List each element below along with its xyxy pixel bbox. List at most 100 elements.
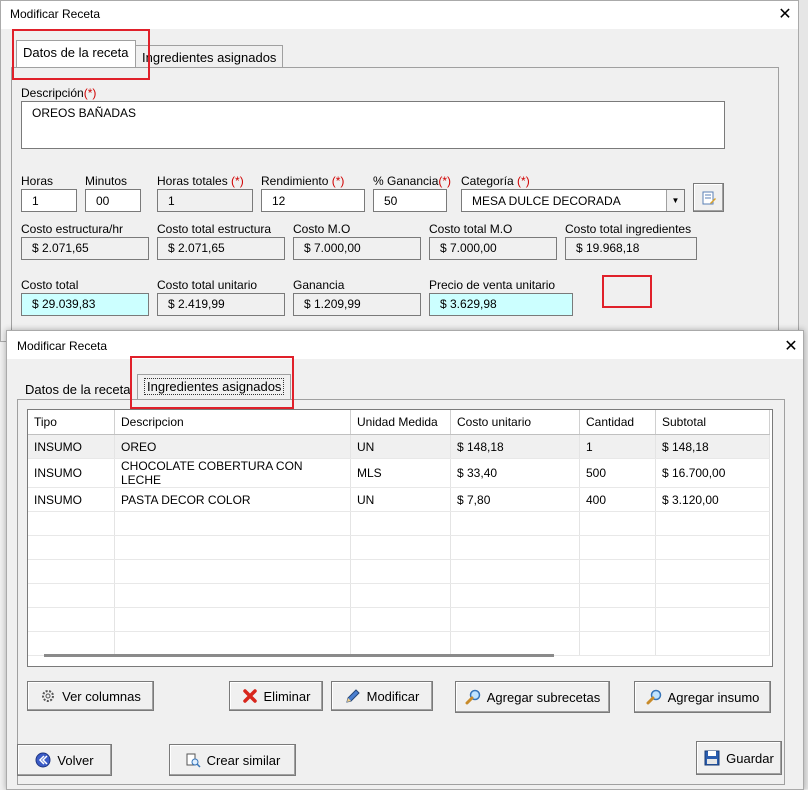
minutos-input[interactable]: 00 <box>85 189 141 212</box>
costo-total-value: $ 29.039,83 <box>32 297 96 311</box>
eliminar-button[interactable]: Eliminar <box>229 681 323 711</box>
categoria-label-text: Categoría <box>461 174 514 188</box>
back-window-close-icon[interactable]: ✕ <box>775 4 795 24</box>
ganancia-pct-value: 50 <box>384 194 398 208</box>
ganancia-label: Ganancia <box>293 278 345 292</box>
front-window: Modificar Receta ✕ Datos de la receta In… <box>6 330 804 790</box>
table-cell: $ 16.700,00 <box>655 458 770 488</box>
column-header-costo-unitario[interactable]: Costo unitario <box>450 410 580 435</box>
ganancia-value: $ 1.209,99 <box>304 297 361 311</box>
horas-input[interactable]: 1 <box>21 189 77 212</box>
column-header-tipo[interactable]: Tipo <box>28 410 115 435</box>
magnifier-icon <box>646 689 661 705</box>
costo-mo-label: Costo M.O <box>293 222 351 236</box>
volver-label: Volver <box>57 752 94 768</box>
floppy-disk-icon <box>704 750 720 766</box>
categoria-label: Categoría (*) <box>461 174 530 188</box>
table-cell: INSUMO <box>28 487 115 512</box>
table-row-empty <box>28 535 770 560</box>
costo-total-mo-field: $ 7.000,00 <box>429 237 557 260</box>
descripcion-label: Descripción(*) <box>21 86 96 100</box>
chevron-down-icon[interactable]: ▼ <box>666 190 684 211</box>
table-cell: $ 7,80 <box>450 487 580 512</box>
horas-totales-label-text: Horas totales <box>157 174 228 188</box>
tab-ingredientes-asignados-label: Ingredientes asignados <box>142 50 277 65</box>
ingredients-table[interactable]: Tipo Descripcion Unidad Medida Costo uni… <box>27 409 773 667</box>
crear-similar-button[interactable]: Crear similar <box>169 744 296 776</box>
table-cell: $ 148,18 <box>450 434 580 459</box>
notepad-edit-icon <box>702 191 716 204</box>
back-window-titlebar: Modificar Receta ✕ <box>1 1 798 29</box>
rendimiento-value: 12 <box>272 194 286 208</box>
table-cell: INSUMO <box>28 434 115 459</box>
ganancia-pct-required-mark: (*) <box>438 174 452 188</box>
table-cell: UN <box>350 434 451 459</box>
horas-totales-field: 1 <box>157 189 253 212</box>
column-header-subtotal[interactable]: Subtotal <box>655 410 770 435</box>
modificar-button[interactable]: Modificar <box>331 681 433 711</box>
volver-button[interactable]: Volver <box>17 744 112 776</box>
column-header-unidad-medida[interactable]: Unidad Medida <box>350 410 451 435</box>
descripcion-field[interactable]: OREOS BAÑADAS <box>21 101 725 149</box>
rendimiento-label: Rendimiento (*) <box>261 174 344 188</box>
agregar-subrecetas-label: Agregar subrecetas <box>486 689 601 705</box>
agregar-insumo-button[interactable]: Agregar insumo <box>634 681 771 713</box>
minutos-label: Minutos <box>85 174 128 188</box>
categoria-select[interactable]: MESA DULCE DECORADA ▼ <box>461 189 685 212</box>
table-cell: OREO <box>114 434 351 459</box>
front-window-close-icon[interactable]: ✕ <box>781 336 801 356</box>
gear-icon <box>42 690 55 702</box>
highlight-box-empty <box>602 275 652 308</box>
ganancia-pct-label-text: % Ganancia <box>373 174 439 188</box>
minutos-value: 00 <box>96 194 110 208</box>
back-window: Modificar Receta ✕ Datos de la receta In… <box>0 0 799 343</box>
costo-mo-value: $ 7.000,00 <box>304 241 361 255</box>
horas-totales-value: 1 <box>168 194 175 208</box>
costo-total-unitario-field: $ 2.419,99 <box>157 293 285 316</box>
ver-columnas-button[interactable]: Ver columnas <box>27 681 154 711</box>
descripcion-label-text: Descripción <box>21 86 84 100</box>
ganancia-pct-input[interactable]: 50 <box>373 189 447 212</box>
column-header-descripcion[interactable]: Descripcion <box>114 410 351 435</box>
table-row[interactable]: INSUMO CHOCOLATE COBERTURA CON LECHE MLS… <box>28 458 770 488</box>
agregar-insumo-label: Agregar insumo <box>667 689 760 705</box>
ver-columnas-label: Ver columnas <box>62 688 141 704</box>
table-cell: 400 <box>579 487 656 512</box>
agregar-subrecetas-button[interactable]: Agregar subrecetas <box>455 681 610 713</box>
descripcion-value: OREOS BAÑADAS <box>32 106 137 120</box>
table-row-empty <box>28 607 770 632</box>
horizontal-scrollbar[interactable] <box>44 654 554 657</box>
costo-total-unitario-label: Costo total unitario <box>157 278 258 292</box>
table-row-empty <box>28 631 770 656</box>
table-cell: 500 <box>579 458 656 488</box>
costo-total-field: $ 29.039,83 <box>21 293 149 316</box>
costo-total-mo-value: $ 7.000,00 <box>440 241 497 255</box>
guardar-button[interactable]: Guardar <box>696 741 782 775</box>
back-arrow-icon <box>35 752 51 768</box>
rendimiento-input[interactable]: 12 <box>261 189 365 212</box>
descripcion-required-mark: (*) <box>83 86 97 100</box>
table-cell: INSUMO <box>28 458 115 488</box>
crear-similar-label: Crear similar <box>206 752 281 768</box>
ganancia-pct-label: % Ganancia(*) <box>373 174 451 188</box>
table-cell: MLS <box>350 458 451 488</box>
costo-total-estructura-field: $ 2.071,65 <box>157 237 285 260</box>
column-header-cantidad[interactable]: Cantidad <box>579 410 656 435</box>
costo-total-ingredientes-value: $ 19.968,18 <box>576 241 640 255</box>
table-row-empty <box>28 511 770 536</box>
table-cell: $ 3.120,00 <box>655 487 770 512</box>
front-tab-datos-receta-label: Datos de la receta <box>25 382 131 397</box>
costo-total-mo-label: Costo total M.O <box>429 222 513 236</box>
back-window-title: Modificar Receta <box>10 7 101 21</box>
guardar-label: Guardar <box>726 750 774 766</box>
costo-mo-field: $ 7.000,00 <box>293 237 421 260</box>
categoria-edit-button[interactable] <box>693 183 724 212</box>
precio-venta-unitario-value: $ 3.629,98 <box>440 297 497 311</box>
table-cell: UN <box>350 487 451 512</box>
rendimiento-required-mark: (*) <box>331 174 345 188</box>
pencil-icon <box>345 689 360 703</box>
table-row[interactable]: INSUMO PASTA DECOR COLOR UN $ 7,80 400 $… <box>28 487 770 512</box>
table-header-row: Tipo Descripcion Unidad Medida Costo uni… <box>28 410 770 435</box>
modificar-label: Modificar <box>366 688 420 704</box>
table-row[interactable]: INSUMO OREO UN $ 148,18 1 $ 148,18 <box>28 434 770 459</box>
